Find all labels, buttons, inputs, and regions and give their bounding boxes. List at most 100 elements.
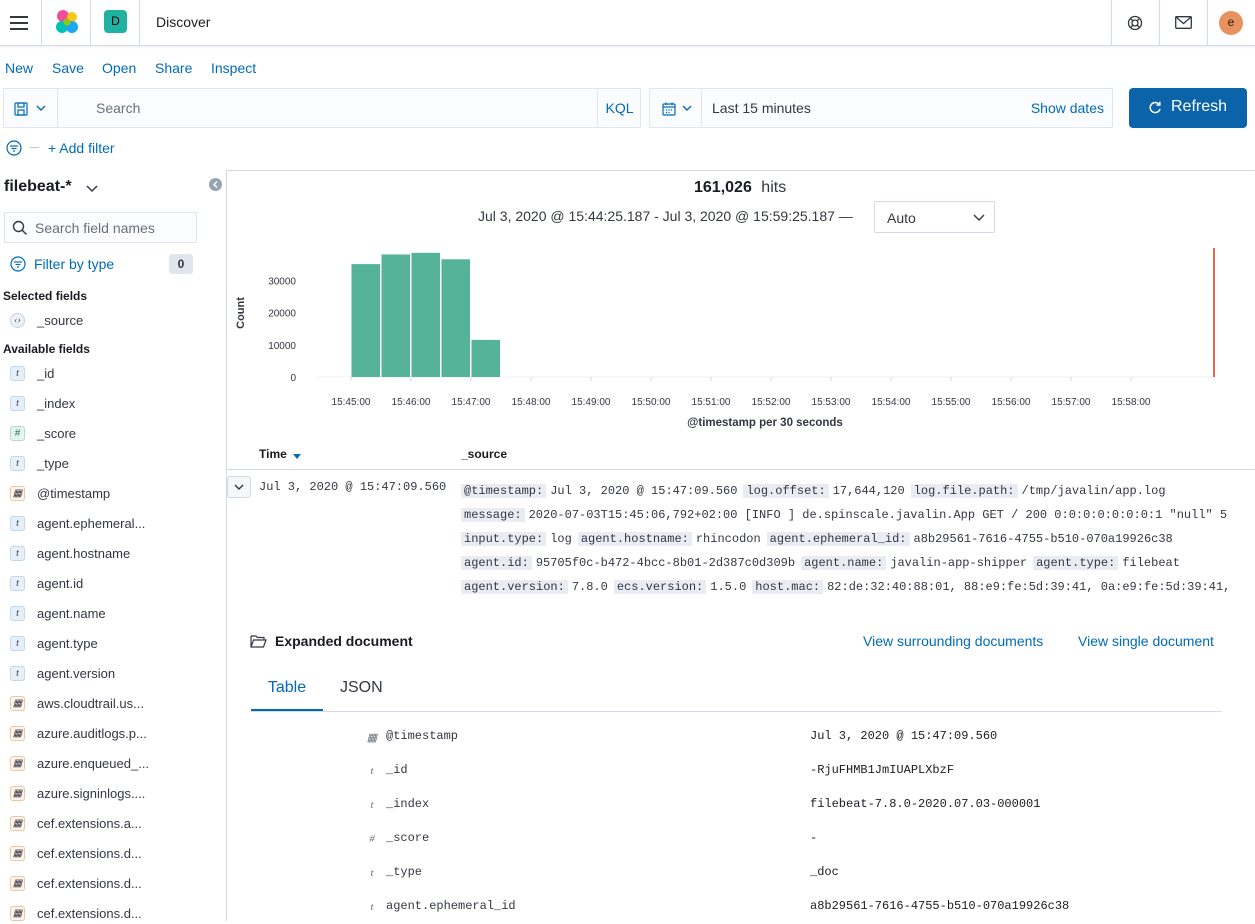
document-field-value: _doc bbox=[810, 865, 839, 879]
index-pattern-switcher[interactable]: filebeat-* bbox=[4, 178, 98, 196]
newsfeed-section bbox=[1159, 0, 1207, 46]
search-input[interactable]: Search bbox=[96, 100, 140, 116]
refresh-button[interactable]: Refresh bbox=[1129, 88, 1247, 128]
query-bar: Search KQL bbox=[3, 88, 641, 128]
new-link[interactable]: New bbox=[5, 60, 33, 76]
field-search-placeholder: Search field names bbox=[35, 220, 155, 236]
field-item[interactable]: ▦ aws.cloudtrail.us... bbox=[10, 694, 220, 714]
mail-icon[interactable] bbox=[1175, 16, 1192, 29]
open-link[interactable]: Open bbox=[102, 60, 136, 76]
field-item[interactable]: ▦ cef.extensions.d... bbox=[10, 874, 220, 894]
source-line: agent.id: 95705f0c-b472-4bcc-8b01-2d387c0… bbox=[461, 556, 1251, 570]
quick-menu-button[interactable] bbox=[650, 89, 702, 127]
view-surrounding-link[interactable]: View surrounding documents bbox=[863, 633, 1043, 649]
field-item[interactable]: ▦ cef.extensions.d... bbox=[10, 844, 220, 864]
source-key: log.file.path: bbox=[910, 484, 1018, 498]
view-single-link[interactable]: View single document bbox=[1078, 633, 1214, 649]
space-avatar[interactable]: D bbox=[104, 10, 127, 33]
field-item[interactable]: t agent.name bbox=[10, 604, 220, 624]
string-type-icon: t bbox=[370, 799, 374, 811]
source-column-header: _source bbox=[461, 447, 508, 461]
calendar-icon bbox=[662, 102, 676, 116]
field-item[interactable]: ▦ azure.auditlogs.p... bbox=[10, 724, 220, 744]
source-value: 82:de:32:40:88:01, 88:e9:fe:5d:39:41, 0a… bbox=[827, 580, 1231, 594]
field-item[interactable]: t agent.hostname bbox=[10, 544, 220, 564]
field-name: agent.name bbox=[37, 606, 106, 621]
user-avatar[interactable]: e bbox=[1219, 11, 1243, 35]
string-field-icon: t bbox=[10, 576, 25, 591]
field-item[interactable]: ▦ azure.enqueued_... bbox=[10, 754, 220, 774]
interval-select[interactable]: Auto bbox=[874, 201, 995, 233]
field-search-input[interactable]: Search field names bbox=[4, 212, 197, 243]
tab-table[interactable]: Table bbox=[251, 679, 323, 711]
hamburger-menu-icon[interactable] bbox=[10, 16, 28, 30]
menu-section bbox=[0, 0, 42, 46]
field-item[interactable]: t agent.version bbox=[10, 664, 220, 684]
logo-section bbox=[42, 0, 91, 46]
time-column-header[interactable]: Time bbox=[259, 447, 302, 461]
field-name: agent.id bbox=[37, 576, 84, 591]
y-tick-label: 30000 bbox=[268, 276, 296, 287]
saved-query-button[interactable] bbox=[4, 89, 58, 127]
document-field-value: a8b29561-7616-4755-b510-070a19926c38 bbox=[810, 899, 1070, 913]
source-key: agent.name: bbox=[801, 556, 887, 570]
string-type-icon: t bbox=[370, 765, 374, 777]
field-name: cef.extensions.d... bbox=[37, 846, 142, 861]
filter-icon[interactable] bbox=[6, 140, 24, 156]
field-item[interactable]: t agent.ephemeral... bbox=[10, 514, 220, 534]
elastic-logo-icon[interactable] bbox=[54, 9, 80, 35]
string-field-icon: t bbox=[10, 666, 25, 681]
date-field-icon: ▦ bbox=[10, 726, 25, 741]
field-item[interactable]: t agent.type bbox=[10, 634, 220, 654]
field-item[interactable]: ▦ cef.extensions.a... bbox=[10, 814, 220, 834]
refresh-label: Refresh bbox=[1171, 98, 1228, 115]
field-item[interactable]: # _score bbox=[10, 424, 220, 444]
document-field-value: -RjuFHMB1JmIUAPLXbzF bbox=[810, 763, 955, 777]
field-name: _index bbox=[37, 396, 76, 411]
document-field-name: _type bbox=[386, 865, 423, 879]
string-field-icon: t bbox=[10, 636, 25, 651]
x-tick-label: 15:57:00 bbox=[1052, 397, 1091, 408]
field-item[interactable]: ▦ @timestamp bbox=[10, 484, 220, 504]
document-field-name: _id bbox=[386, 763, 408, 777]
field-name: cef.extensions.d... bbox=[37, 876, 142, 891]
string-field-icon: t bbox=[10, 456, 25, 471]
save-link[interactable]: Save bbox=[52, 60, 84, 76]
show-dates-link[interactable]: Show dates bbox=[1031, 100, 1104, 116]
index-pattern-name: filebeat-* bbox=[4, 178, 72, 195]
sort-down-icon[interactable] bbox=[293, 454, 302, 460]
chevron-down-icon bbox=[682, 105, 692, 111]
field-name: agent.hostname bbox=[37, 546, 131, 561]
document-field-name: @timestamp bbox=[386, 729, 459, 743]
document-tabs: Table JSON bbox=[251, 672, 1222, 712]
help-icon[interactable] bbox=[1127, 15, 1143, 31]
field-item[interactable]: t _type bbox=[10, 454, 220, 474]
field-name: azure.signinlogs.... bbox=[37, 786, 146, 801]
document-field-row: t _id -RjuFHMB1JmIUAPLXbzF bbox=[366, 763, 1226, 783]
query-language-button[interactable]: KQL bbox=[597, 89, 641, 127]
field-item[interactable]: t _index bbox=[10, 394, 220, 414]
date-field-icon: ▦ bbox=[10, 786, 25, 801]
field-item[interactable]: t _id bbox=[10, 364, 220, 384]
source-value: 17,644,120 bbox=[832, 484, 905, 498]
collapse-sidebar-icon[interactable] bbox=[209, 178, 222, 191]
field-item[interactable]: t agent.id bbox=[10, 574, 220, 594]
expand-row-button[interactable] bbox=[227, 476, 251, 498]
tab-json[interactable]: JSON bbox=[340, 679, 383, 711]
document-field-row: t _index filebeat-7.8.0-2020.07.03-000001 bbox=[366, 797, 1226, 817]
source-value: 1.5.0 bbox=[710, 580, 747, 594]
string-field-icon: t bbox=[10, 516, 25, 531]
inspect-link[interactable]: Inspect bbox=[211, 60, 256, 76]
share-link[interactable]: Share bbox=[155, 60, 192, 76]
x-tick-label: 15:46:00 bbox=[392, 397, 431, 408]
document-field-value: - bbox=[810, 831, 818, 845]
field-item-source[interactable]: ‹› _source bbox=[10, 311, 220, 331]
time-range-label[interactable]: Last 15 minutes bbox=[712, 100, 811, 116]
source-value: javalin-app-shipper bbox=[890, 556, 1028, 570]
document-field-row: ▦ @timestamp Jul 3, 2020 @ 15:47:09.560 bbox=[366, 729, 1226, 749]
add-filter-button[interactable]: + Add filter bbox=[48, 140, 115, 156]
field-item[interactable]: ▦ cef.extensions.d... bbox=[10, 904, 220, 924]
field-item[interactable]: ▦ azure.signinlogs.... bbox=[10, 784, 220, 804]
date-type-icon: ▦ bbox=[366, 732, 378, 744]
x-tick-label: 15:53:00 bbox=[812, 397, 851, 408]
